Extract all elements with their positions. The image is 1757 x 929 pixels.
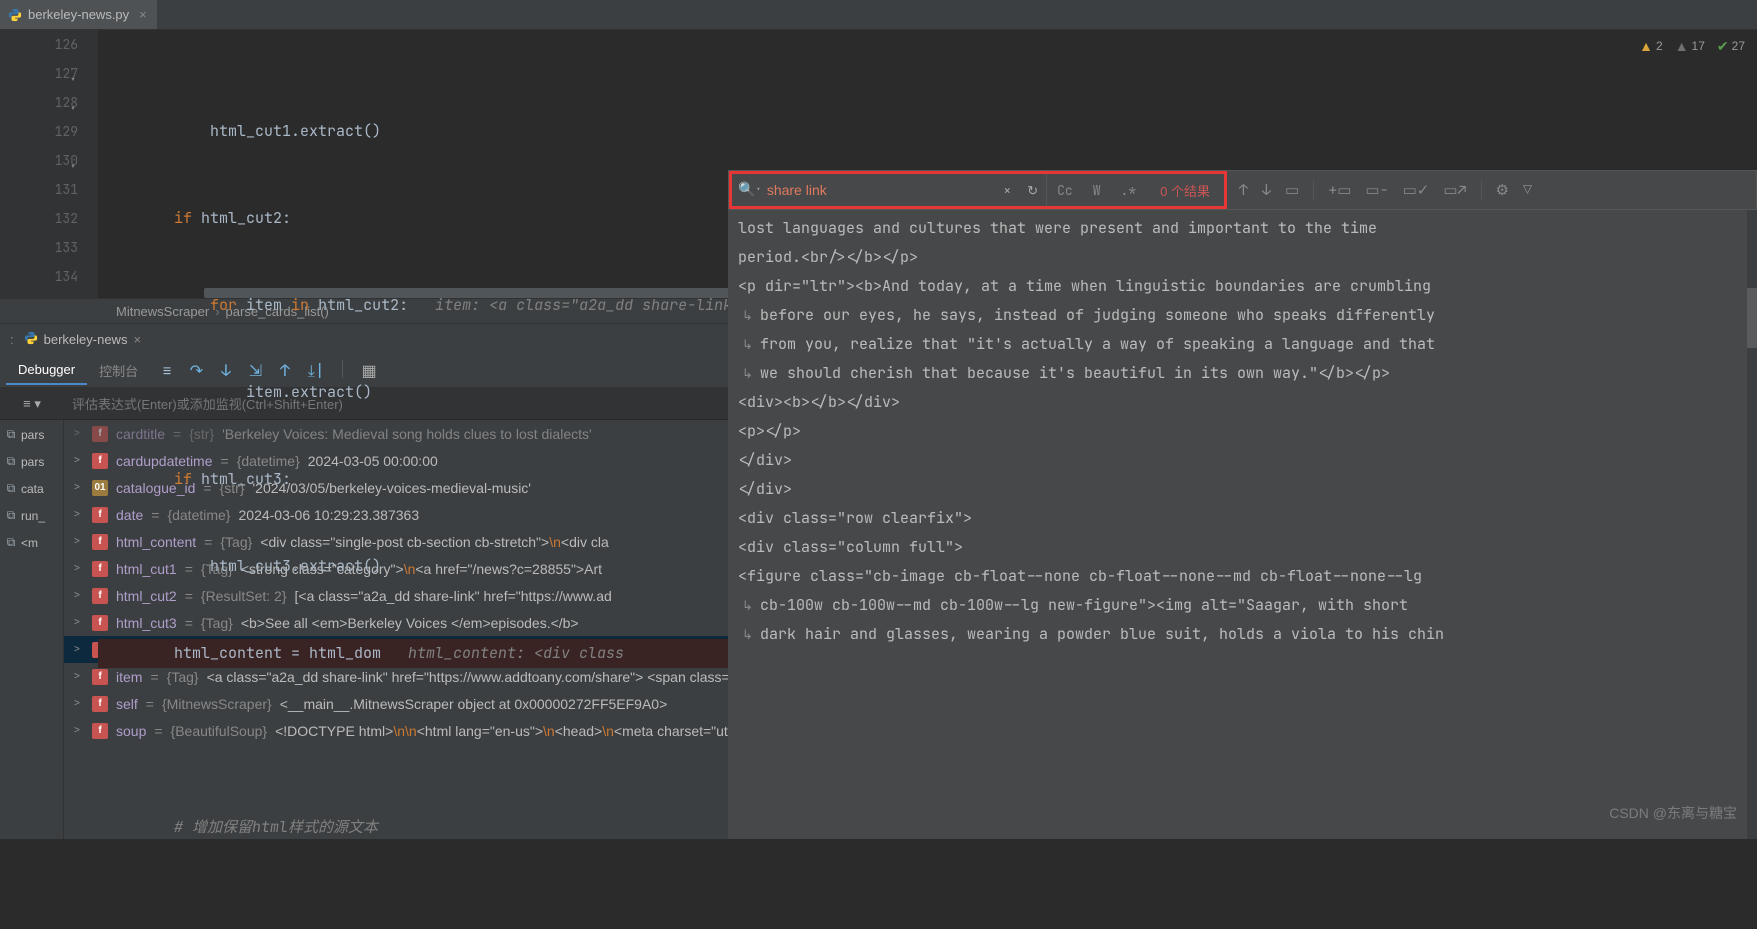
frame-icon: ⧉ xyxy=(4,427,18,442)
expand-icon[interactable]: > xyxy=(74,725,84,736)
frame[interactable]: ⧉pars xyxy=(0,451,63,472)
frame[interactable]: ⧉run_ xyxy=(0,505,63,526)
result-count: 0 个结果 xyxy=(1146,181,1224,200)
scroll-thumb[interactable] xyxy=(204,288,794,298)
variable-kind-icon: f xyxy=(92,426,108,442)
variable-name: cardtitle xyxy=(116,426,165,442)
eval-line: <figure class="cb-image cb-float--none c… xyxy=(738,562,1747,591)
v-scrollbar[interactable] xyxy=(1747,208,1757,839)
eval-line: lost languages and cultures that were pr… xyxy=(738,214,1747,243)
select-all-icon[interactable]: ▭ xyxy=(1285,180,1299,200)
equals: = xyxy=(173,426,181,442)
find-input-box[interactable]: 🔍▾ share link × ↻ Cc W .* 0 个结果 xyxy=(729,171,1227,209)
frame[interactable]: ⧉<m xyxy=(0,532,63,553)
expand-icon[interactable]: > xyxy=(74,536,84,547)
expand-icon[interactable]: > xyxy=(74,617,84,628)
inspections-widget[interactable]: ▲2 ▲17 ✔27 xyxy=(1639,32,1745,61)
gutter: 126 127▾ 128▾ 129 130▾ 131 132 133 134 xyxy=(0,30,98,298)
search-icon: 🔍 xyxy=(738,181,756,199)
watermark: CSDN @东离与糖宝 xyxy=(1609,803,1737,823)
line-number: 128▾ xyxy=(0,88,78,117)
words-toggle[interactable]: W xyxy=(1083,174,1111,206)
python-icon xyxy=(24,331,38,348)
eval-line: </div> xyxy=(738,475,1747,504)
next-match-icon[interactable]: ↓ xyxy=(1262,180,1271,200)
variable-type: {str} xyxy=(189,426,214,442)
editor-tab[interactable]: berkeley-news.py × xyxy=(0,0,157,29)
eval-line: dark hair and glasses, wearing a powder … xyxy=(738,620,1747,649)
ok-count: 27 xyxy=(1732,32,1745,61)
eval-line: <p dir="ltr"><b>And today, at a time whe… xyxy=(738,272,1747,301)
expand-icon[interactable]: > xyxy=(74,428,84,439)
line-number: 133 xyxy=(0,233,78,262)
expand-icon[interactable]: > xyxy=(74,482,84,493)
line-number: 134 xyxy=(0,262,78,291)
tab-filename: berkeley-news.py xyxy=(28,7,129,22)
line-number: 126 xyxy=(0,30,78,59)
select-occur-icon[interactable]: ▭✓ xyxy=(1403,180,1430,200)
expand-icon[interactable]: > xyxy=(74,671,84,682)
frame-icon: ⧉ xyxy=(4,508,18,523)
scroll-thumb[interactable] xyxy=(1747,288,1757,348)
add-selection-icon[interactable]: +▭ xyxy=(1328,180,1351,200)
eval-line: before our eyes, he says, instead of jud… xyxy=(738,301,1747,330)
weak-count: 17 xyxy=(1692,32,1705,61)
eval-line: <p></p> xyxy=(738,417,1747,446)
eval-line: <div><b></b></div> xyxy=(738,388,1747,417)
line-number: 131 xyxy=(0,175,78,204)
frame-icon: ⧉ xyxy=(4,481,18,496)
line-number: 130▾ xyxy=(0,146,78,175)
prev-match-icon[interactable]: ↑ xyxy=(1239,180,1248,200)
warn-count: 2 xyxy=(1656,32,1663,61)
filter-icon[interactable]: ▽ xyxy=(1523,180,1532,200)
close-icon[interactable]: × xyxy=(139,7,147,22)
find-bar: 🔍▾ share link × ↻ Cc W .* 0 个结果 ↑ ↓ ▭ +▭… xyxy=(729,171,1756,209)
find-popup: 🔍▾ share link × ↻ Cc W .* 0 个结果 ↑ ↓ ▭ +▭… xyxy=(728,170,1757,210)
check-icon: ✔ xyxy=(1717,32,1729,61)
frame[interactable]: ⧉pars xyxy=(0,424,63,445)
layout-menu[interactable]: ≡ ▾ xyxy=(0,396,64,412)
line-number: 132 xyxy=(0,204,78,233)
frame-icon: ⧉ xyxy=(4,454,18,469)
eval-line: </div> xyxy=(738,446,1747,475)
history-icon[interactable]: ↻ xyxy=(1027,182,1038,199)
python-icon xyxy=(8,8,22,22)
weak-warning-icon: ▲ xyxy=(1675,32,1689,61)
remove-selection-icon[interactable]: ▭- xyxy=(1365,180,1388,200)
eval-line: period.<br/></b></p> xyxy=(738,243,1747,272)
chevron-down-icon[interactable]: ▾ xyxy=(756,185,761,195)
frame-icon: ⧉ xyxy=(4,535,18,550)
variable-value: 'Berkeley Voices: Medieval song holds cl… xyxy=(222,426,592,442)
expand-icon[interactable]: > xyxy=(74,509,84,520)
frames-panel: ⧉pars ⧉pars ⧉cata ⧉run_ ⧉<m xyxy=(0,420,64,839)
export-icon[interactable]: ▭↗ xyxy=(1443,180,1466,200)
match-case-toggle[interactable]: Cc xyxy=(1046,174,1083,206)
regex-toggle[interactable]: .* xyxy=(1111,174,1147,206)
warning-icon: ▲ xyxy=(1639,32,1653,61)
code-line: html_cut1.extract() xyxy=(98,117,1757,146)
evaluate-result-view[interactable]: lost languages and cultures that were pr… xyxy=(728,208,1757,839)
eval-line: cb-100w cb-100w--md cb-100w--lg new-figu… xyxy=(738,591,1747,620)
settings-icon[interactable]: ⚙ xyxy=(1496,180,1509,200)
line-number: 129 xyxy=(0,117,78,146)
expand-icon[interactable]: > xyxy=(74,563,84,574)
tab-debugger[interactable]: Debugger xyxy=(6,356,87,385)
expand-icon[interactable]: > xyxy=(74,644,84,655)
expand-icon[interactable]: > xyxy=(74,455,84,466)
eval-line: <div class="row clearfix"> xyxy=(738,504,1747,533)
expand-icon[interactable]: > xyxy=(74,698,84,709)
line-number: 127▾ xyxy=(0,59,78,88)
eval-line: we should cherish that because it's beau… xyxy=(738,359,1747,388)
editor-tab-bar: berkeley-news.py × xyxy=(0,0,1757,30)
eval-line: <div class="column full"> xyxy=(738,533,1747,562)
clear-icon[interactable]: × xyxy=(1003,182,1011,199)
find-query[interactable]: share link xyxy=(767,182,996,198)
expand-icon[interactable]: > xyxy=(74,590,84,601)
frame[interactable]: ⧉cata xyxy=(0,478,63,499)
eval-line: from you, realize that "it's actually a … xyxy=(738,330,1747,359)
